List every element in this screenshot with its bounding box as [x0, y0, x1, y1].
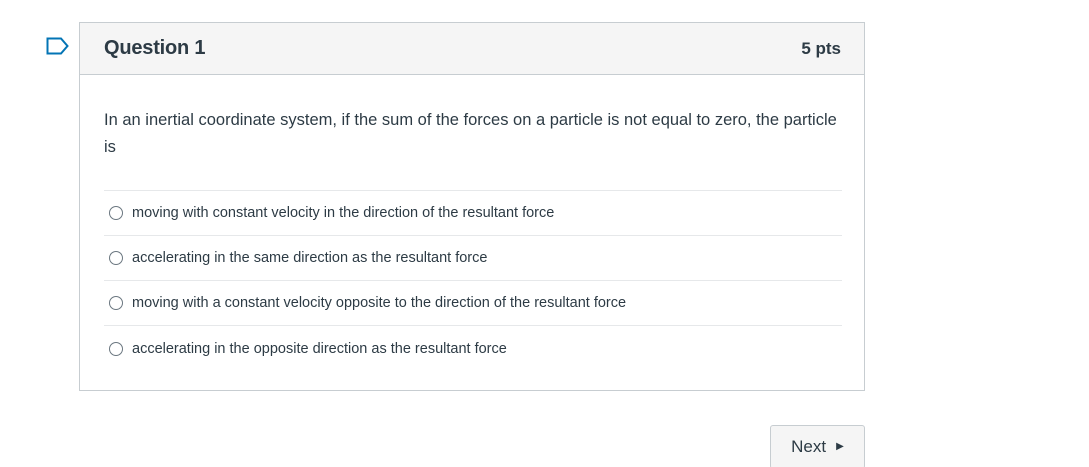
answer-option[interactable]: moving with constant velocity in the dir…	[104, 191, 842, 236]
radio-button[interactable]	[109, 341, 123, 356]
answer-label: accelerating in the opposite direction a…	[132, 340, 507, 357]
answer-label: moving with constant velocity in the dir…	[132, 205, 555, 221]
flag-question-icon[interactable]	[46, 37, 70, 55]
quiz-page: Question 1 5 pts In an inertial coordina…	[0, 0, 1089, 467]
answer-label: moving with a constant velocity opposite…	[132, 295, 627, 311]
question-points: 5 pts	[801, 38, 841, 58]
radio-button[interactable]	[109, 206, 123, 220]
question-header: Question 1 5 pts	[80, 23, 864, 75]
question-title: Question 1	[104, 37, 206, 59]
play-right-icon: ▶	[836, 441, 844, 452]
answer-option[interactable]: accelerating in the same direction as th…	[104, 236, 842, 281]
next-button-label: Next	[791, 437, 827, 456]
answer-label: accelerating in the same direction as th…	[132, 250, 488, 266]
answer-option[interactable]: accelerating in the opposite direction a…	[104, 326, 842, 371]
radio-button[interactable]	[109, 296, 123, 310]
question-body: In an inertial coordinate system, if the…	[80, 75, 864, 371]
question-text: In an inertial coordinate system, if the…	[104, 111, 837, 156]
answer-option[interactable]: moving with a constant velocity opposite…	[104, 281, 842, 326]
question-card: Question 1 5 pts In an inertial coordina…	[79, 22, 865, 391]
answer-list: moving with constant velocity in the dir…	[104, 190, 842, 371]
next-button[interactable]: Next ▶	[770, 425, 865, 467]
radio-button[interactable]	[109, 251, 123, 265]
